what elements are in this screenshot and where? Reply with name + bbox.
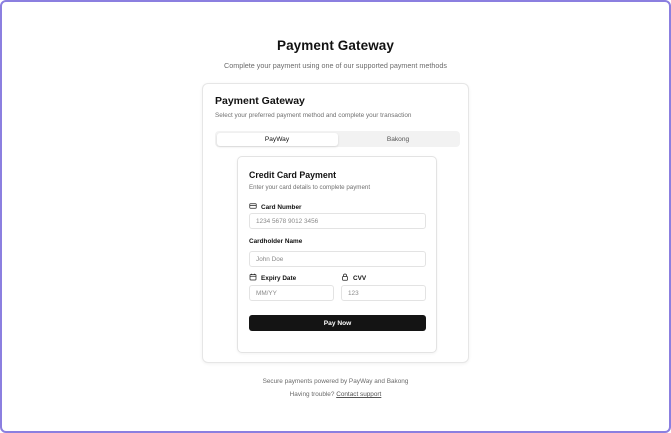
calendar-icon bbox=[249, 273, 257, 283]
tab-bakong[interactable]: Bakong bbox=[338, 133, 459, 146]
footer-secure-text: Secure payments powered by PayWay and Ba… bbox=[262, 378, 409, 385]
payment-method-tabs: PayWay Bakong bbox=[215, 131, 460, 147]
expiry-label: Expiry Date bbox=[249, 273, 296, 283]
cardholder-input[interactable]: John Doe bbox=[249, 251, 426, 267]
card-number-label: Card Number bbox=[249, 202, 301, 212]
card-number-input[interactable]: 1234 5678 9012 3456 bbox=[249, 213, 426, 229]
card-title: Payment Gateway bbox=[215, 95, 305, 107]
lock-icon bbox=[341, 273, 349, 283]
page-title: Payment Gateway bbox=[276, 38, 395, 53]
card-description: Select your preferred payment method and… bbox=[215, 112, 412, 119]
cvv-label: CVV bbox=[341, 273, 366, 283]
form-title: Credit Card Payment bbox=[249, 170, 337, 180]
footer-help: Having trouble? Contact support bbox=[0, 391, 671, 398]
expiry-label-text: Expiry Date bbox=[261, 274, 297, 282]
contact-support-link[interactable]: Contact support bbox=[336, 391, 381, 398]
expiry-input[interactable]: MM/YY bbox=[249, 285, 334, 301]
cvv-label-text: CVV bbox=[353, 274, 367, 282]
footer-trouble-text: Having trouble? bbox=[289, 391, 335, 398]
cvv-input[interactable]: 123 bbox=[341, 285, 426, 301]
credit-card-icon bbox=[249, 202, 257, 212]
card-number-label-text: Card Number bbox=[261, 203, 302, 211]
footer: Secure payments powered by PayWay and Ba… bbox=[0, 378, 671, 398]
page-header: Payment Gateway Complete your payment us… bbox=[0, 38, 671, 70]
form-description: Enter your card details to complete paym… bbox=[249, 184, 371, 191]
payment-card: Payment Gateway Select your preferred pa… bbox=[202, 83, 469, 363]
tab-payway[interactable]: PayWay bbox=[216, 132, 338, 146]
page-subtitle: Complete your payment using one of our s… bbox=[224, 61, 447, 70]
pay-now-button[interactable]: Pay Now bbox=[249, 315, 426, 331]
cardholder-label: Cardholder Name bbox=[249, 238, 303, 245]
credit-card-form: Credit Card Payment Enter your card deta… bbox=[237, 156, 437, 353]
